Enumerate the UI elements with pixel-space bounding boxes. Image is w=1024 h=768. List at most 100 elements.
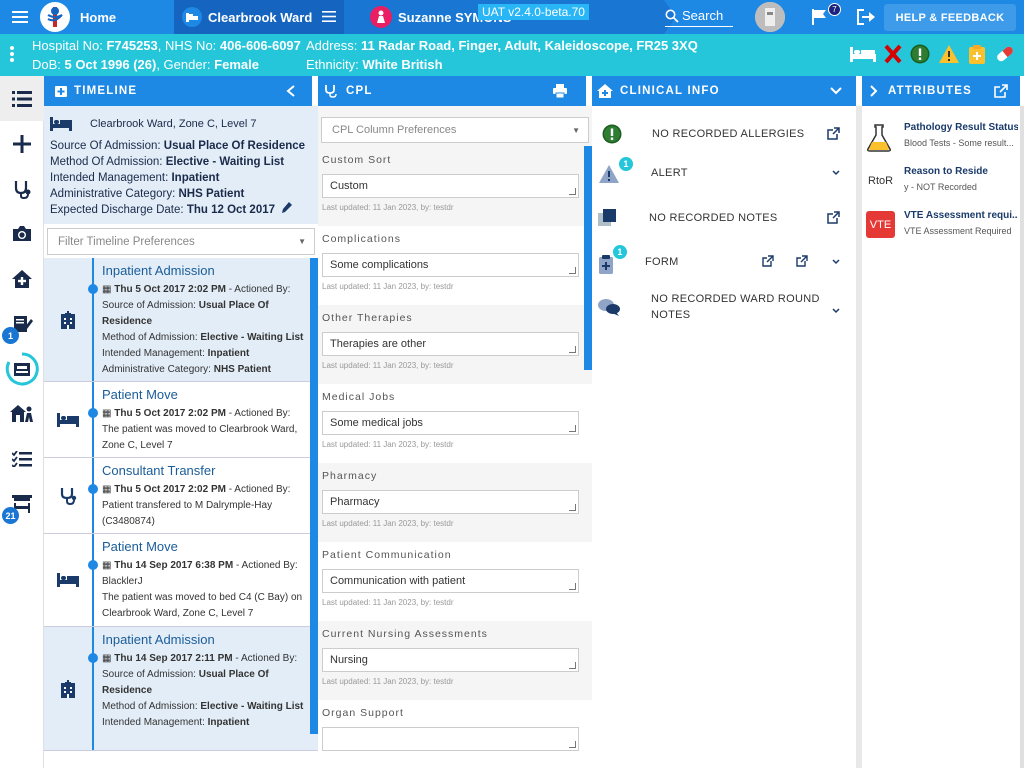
event-date: Thu 14 Sep 2017 2:11 PM [114,653,233,664]
nav-camera[interactable] [0,211,44,256]
nav-notes[interactable]: 1 [0,301,44,346]
warning-icon[interactable] [938,44,960,64]
hamburger-menu-icon[interactable] [0,0,40,34]
patient-demographics: DoB: 5 Oct 1996 (26), Gender: Female [32,57,259,72]
timeline-event[interactable]: Inpatient Admission ▦ Thu 14 Sep 2017 2:… [44,627,318,751]
flag-icon[interactable] [810,8,828,31]
plus-icon [13,134,31,153]
attribute-subtitle: VTE Assessment Required [904,226,1012,236]
patient-address: Address: 11 Radar Road, Finger, Adult, K… [306,38,698,53]
chevron-down-icon[interactable] [832,259,840,265]
timeline-dot [88,653,98,663]
section-textarea[interactable]: Communication with patient [322,569,579,593]
exclamation-icon[interactable] [910,44,930,64]
event-title: Inpatient Admission [102,632,215,647]
external-link-icon[interactable] [796,255,808,267]
chevron-down-icon[interactable] [830,87,842,95]
external-link-icon[interactable] [827,211,840,224]
cpl-column-preferences-select[interactable]: CPL Column Preferences ▼ [321,117,589,143]
timeline-event[interactable]: Patient Move ▦ Thu 14 Sep 2017 6:38 PM -… [44,534,318,627]
nav-clinical[interactable] [0,166,44,211]
patient-breadcrumb[interactable]: Suzanne SYMONS UAT v2.4.0-beta.70 [344,0,676,34]
camera-icon [13,226,31,241]
section-textarea[interactable]: Therapies are other [322,332,579,356]
house-medical-icon [597,84,613,98]
form-row[interactable]: 1 FORM [592,244,856,276]
clipboard-medical-icon[interactable] [968,44,986,64]
ward-icon [182,7,202,27]
section-textarea[interactable]: Custom [322,174,579,198]
ward-round-notes-row[interactable]: NO RECORDED WARD ROUND NOTES [592,292,856,324]
side-navigation: 1 21 [0,76,44,768]
cpl-section: Medical Jobs Some medical jobs Last upda… [318,384,592,463]
timeline-scrollbar[interactable] [310,258,318,734]
ward-breadcrumb[interactable]: Clearbrook Ward [174,0,356,34]
nav-emergency[interactable] [0,391,44,436]
section-textarea[interactable]: Pharmacy [322,490,579,514]
section-textarea[interactable]: Some medical jobs [322,411,579,435]
status-icons [850,44,1016,64]
attribute-vte[interactable]: VTE VTE Assessment requi... VTE Assessme… [862,210,1020,250]
external-link-icon[interactable] [994,84,1008,98]
cpl-scrollbar[interactable] [584,146,592,370]
house-person-icon [10,404,33,422]
section-label: Medical Jobs [322,391,396,403]
attribute-subtitle: Blood Tests - Some result... [904,138,1014,148]
nav-add[interactable] [0,121,44,166]
nav-timeline-list[interactable] [0,76,44,121]
chevron-left-icon[interactable] [286,85,296,97]
nav-inbox[interactable] [0,346,44,391]
home-link[interactable]: Home [80,10,174,25]
chevron-down-icon[interactable] [832,170,840,176]
avatar[interactable] [755,2,785,32]
timeline-filter-select[interactable]: Filter Timeline Preferences ▼ [47,228,315,255]
logout-icon[interactable] [856,8,876,31]
dnr-cross-icon[interactable] [884,44,902,64]
chevron-down-icon[interactable] [832,308,840,314]
attribute-pathology[interactable]: Pathology Result Status Blood Tests - So… [862,122,1020,162]
ethnicity-value: White British [362,57,443,72]
allergies-label: NO RECORDED ALLERGIES [652,128,805,140]
app-logo-icon[interactable] [40,2,70,32]
section-textarea[interactable]: Some complications [322,253,579,277]
allergies-row[interactable]: NO RECORDED ALLERGIES [592,124,856,144]
bed-status-icon[interactable] [850,45,876,63]
list-icon [12,90,32,107]
administrative-category: NHS Patient [178,188,245,200]
stethoscope-icon [14,180,31,199]
timeline-event[interactable]: Consultant Transfer ▦ Thu 5 Oct 2017 2:0… [44,458,318,534]
intended-management: Inpatient [171,172,220,184]
nav-checklist[interactable] [0,436,44,481]
event-date: Thu 5 Oct 2017 2:02 PM [114,408,226,419]
divider [1020,106,1024,768]
external-link-icon[interactable] [827,127,840,140]
nav-beds[interactable]: 21 [0,481,44,526]
pill-icon[interactable] [994,44,1016,64]
last-updated: Last updated: 11 Jan 2023, by: testdr [322,598,454,607]
section-textarea[interactable] [322,727,579,751]
event-title: Consultant Transfer [102,463,216,478]
external-link-icon[interactable] [762,255,774,267]
last-updated: Last updated: 11 Jan 2023, by: testdr [322,519,454,528]
checklist-icon [12,450,32,467]
section-label: Patient Communication [322,549,452,561]
warning-icon [599,165,619,183]
list-icon[interactable] [322,10,337,25]
help-feedback-button[interactable]: HELP & FEEDBACK [884,4,1016,31]
search-button[interactable]: Search [665,5,733,27]
timeline-event[interactable]: Patient Move ▦ Thu 5 Oct 2017 2:02 PM - … [44,382,318,458]
alert-row[interactable]: 1 ALERT [592,156,856,188]
print-icon[interactable] [552,84,568,98]
calendar-icon: ▦ [102,653,112,664]
section-label: Pharmacy [322,470,378,482]
section-textarea[interactable]: Nursing [322,648,579,672]
nav-home-care[interactable] [0,256,44,301]
more-options-icon[interactable] [10,46,16,64]
notes-count-badge: 1 [2,327,19,344]
alert-label: ALERT [651,167,688,179]
timeline-event[interactable]: Inpatient Admission ▦ Thu 5 Oct 2017 2:0… [44,258,318,382]
edit-icon[interactable] [281,202,293,213]
attribute-reason-to-reside[interactable]: RtoR Reason to Reside y - NOT Recorded [862,166,1020,206]
notes-row[interactable]: NO RECORDED NOTES [592,206,856,230]
chevron-right-icon[interactable] [870,85,878,97]
